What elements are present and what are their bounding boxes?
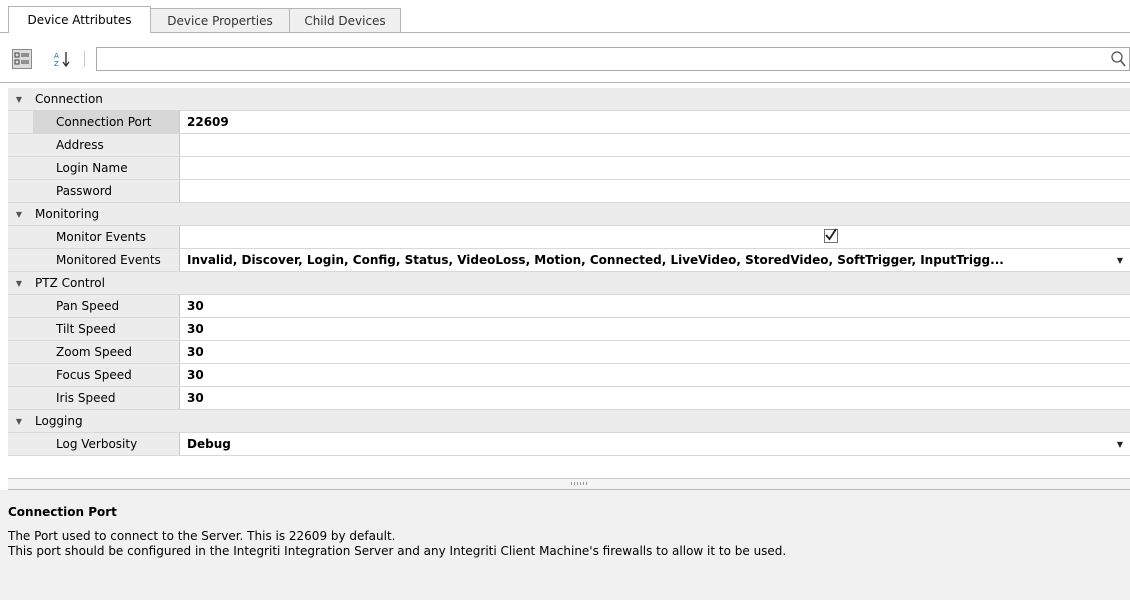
property-row-pan-speed[interactable]: Pan Speed 30 [8,295,1130,318]
category-ptz-control[interactable]: ▼ PTZ Control [8,272,1130,295]
property-name: Monitor Events [33,226,180,248]
property-name: Login Name [33,157,180,179]
property-grid: ▼ Connection Connection Port 22609 Addre… [8,88,1130,456]
dropdown-arrow-icon[interactable]: ▼ [1110,249,1130,271]
category-label: Logging [35,414,83,428]
magnifier-icon[interactable] [1109,50,1127,68]
svg-text:A: A [54,52,59,60]
svg-text:Z: Z [54,60,59,68]
property-value[interactable] [180,134,1130,156]
category-logging[interactable]: ▼ Logging [8,410,1130,433]
property-value [180,226,1130,248]
property-row-monitor-events[interactable]: Monitor Events [8,226,1130,249]
property-value[interactable]: 30 [180,387,1130,409]
toolbar: A Z [0,33,1130,83]
tab-bar: Device Attributes Device Properties Chil… [0,0,1130,33]
property-name: Connection Port [33,111,180,133]
property-value[interactable]: 30 [180,341,1130,363]
property-name: Tilt Speed [33,318,180,340]
property-name: Log Verbosity [33,433,180,455]
property-name: Monitored Events [33,249,180,271]
property-row-log-verbosity[interactable]: Log Verbosity Debug ▼ [8,433,1130,456]
categorized-view-icon [14,52,29,65]
property-value[interactable]: 30 [180,318,1130,340]
tab-child-devices[interactable]: Child Devices [289,8,401,32]
property-value[interactable]: Debug [180,433,1130,455]
category-label: Monitoring [35,207,100,221]
description-line: The Port used to connect to the Server. … [8,529,396,543]
property-name: Zoom Speed [33,341,180,363]
search-input[interactable] [97,48,1086,68]
collapse-arrow-icon[interactable]: ▼ [8,88,30,110]
category-connection[interactable]: ▼ Connection [8,88,1130,111]
property-name: Address [33,134,180,156]
property-row-password[interactable]: Password [8,180,1130,203]
property-row-monitored-events[interactable]: Monitored Events Invalid, Discover, Logi… [8,249,1130,272]
category-monitoring[interactable]: ▼ Monitoring [8,203,1130,226]
property-value[interactable]: 30 [180,295,1130,317]
property-row-zoom-speed[interactable]: Zoom Speed 30 [8,341,1130,364]
property-row-login-name[interactable]: Login Name [8,157,1130,180]
tab-device-properties[interactable]: Device Properties [150,8,290,32]
property-row-connection-port[interactable]: Connection Port 22609 [8,111,1130,134]
property-value[interactable] [180,180,1130,202]
splitter-grip-icon[interactable] [571,482,589,485]
toolbar-border [0,82,1130,83]
property-name: Password [33,180,180,202]
property-row-iris-speed[interactable]: Iris Speed 30 [8,387,1130,410]
property-row-address[interactable]: Address [8,134,1130,157]
collapse-arrow-icon[interactable]: ▼ [8,410,30,432]
description-panel: Connection Port The Port used to connect… [0,490,1130,600]
property-row-tilt-speed[interactable]: Tilt Speed 30 [8,318,1130,341]
description-line: This port should be configured in the In… [8,544,787,558]
property-row-focus-speed[interactable]: Focus Speed 30 [8,364,1130,387]
property-name: Pan Speed [33,295,180,317]
collapse-arrow-icon[interactable]: ▼ [8,203,30,225]
property-value[interactable]: 22609 [180,111,1130,133]
property-value[interactable]: Invalid, Discover, Login, Config, Status… [180,249,1110,271]
category-label: PTZ Control [35,276,105,290]
sort-alphabetical-button[interactable]: A Z [52,49,72,69]
tab-device-attributes[interactable]: Device Attributes [8,6,151,33]
description-title: Connection Port [8,505,117,519]
property-value[interactable] [180,157,1130,179]
category-label: Connection [35,92,103,106]
property-name: Focus Speed [33,364,180,386]
property-name: Iris Speed [33,387,180,409]
sort-alphabetical-icon: A Z [54,52,70,68]
dropdown-arrow-icon[interactable]: ▼ [1110,433,1130,455]
collapse-arrow-icon[interactable]: ▼ [8,272,30,294]
toolbar-separator [84,51,85,67]
monitor-events-checkbox[interactable] [824,228,838,243]
property-value[interactable]: 30 [180,364,1130,386]
categorized-view-button[interactable] [12,49,32,69]
checkmark-icon [825,228,837,241]
panel-splitter[interactable] [8,478,1130,490]
search-box[interactable] [96,47,1130,71]
